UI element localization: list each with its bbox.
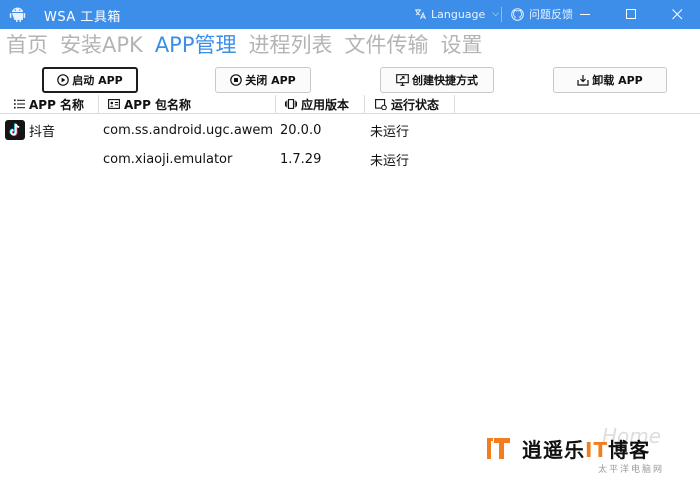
tab-settings[interactable]: 设置: [441, 31, 483, 61]
column-header-label: 运行状态: [391, 97, 440, 112]
uninstall-app-label: 卸载 APP: [592, 74, 643, 87]
android-icon: [9, 7, 26, 22]
github-icon: [511, 7, 524, 21]
column-divider: [98, 95, 99, 113]
column-header-status[interactable]: 运行状态: [375, 95, 439, 113]
tiktok-icon: [5, 120, 25, 140]
watermark: Home 逍遥乐IT博客 太平洋电脑网: [484, 424, 698, 476]
app-status: 未运行: [370, 153, 410, 169]
stop-app-label: 关闭 APP: [245, 74, 296, 87]
column-header-label: 应用版本: [301, 97, 350, 112]
column-header-app-name[interactable]: APP 名称: [14, 95, 84, 113]
column-header-label: APP 包名称: [124, 97, 192, 112]
watermark-text-post: 博客: [608, 438, 651, 462]
app-icon-cell: [5, 116, 25, 144]
watermark-text-highlight: IT: [585, 438, 609, 462]
watermark-text-pre: 逍遥乐: [522, 438, 585, 462]
uninstall-app-button[interactable]: 卸载 APP: [553, 67, 667, 93]
uninstall-icon: [577, 75, 589, 86]
stop-circle-icon: [230, 74, 243, 86]
translate-icon: [415, 9, 426, 20]
close-button[interactable]: [654, 0, 700, 29]
status-icon: [375, 98, 387, 110]
minimize-icon: [579, 14, 590, 15]
tab-file-transfer[interactable]: 文件传输: [345, 31, 429, 61]
title-bar: WSA 工具箱 Language ⌵ 问题反馈: [0, 0, 700, 29]
column-divider: [275, 95, 276, 113]
table-header: APP 名称 APP 包名称 应用版本 运行状态: [0, 95, 700, 114]
language-label: Language: [431, 7, 486, 21]
column-divider: [454, 95, 455, 113]
version-icon: [285, 99, 297, 109]
id-card-icon: [108, 99, 120, 109]
app-name: 抖音: [29, 124, 56, 140]
language-selector[interactable]: Language ⌵: [414, 5, 499, 23]
stop-app-button[interactable]: 关闭 APP: [215, 67, 311, 93]
watermark-title: 逍遥乐IT博客: [522, 434, 650, 463]
column-divider: [364, 95, 365, 113]
tab-home[interactable]: 首页: [6, 31, 48, 61]
maximize-icon: [625, 9, 636, 19]
window-title: WSA 工具箱: [44, 10, 121, 25]
tab-install-apk[interactable]: 安装APK: [60, 31, 143, 61]
app-package: com.ss.android.ugc.aweme: [103, 122, 273, 138]
maximize-button[interactable]: [608, 0, 654, 29]
blog-logo-icon: [487, 438, 510, 459]
minimize-button[interactable]: [562, 0, 608, 29]
chevron-down-icon: ⌵: [492, 9, 500, 19]
app-version: 20.0.0: [280, 122, 322, 138]
list-icon: [14, 99, 25, 109]
app-status: 未运行: [370, 124, 410, 140]
column-header-label: APP 名称: [29, 97, 85, 112]
title-divider: [501, 7, 502, 22]
start-app-button[interactable]: 启动 APP: [42, 67, 138, 93]
create-shortcut-button[interactable]: 创建快捷方式: [380, 67, 494, 93]
table-row[interactable]: 抖音 com.ss.android.ugc.aweme 20.0.0 未运行: [0, 116, 700, 144]
play-circle-icon: [57, 74, 70, 86]
main-nav: 首页 安装APK APP管理 进程列表 文件传输 设置: [6, 31, 495, 61]
column-header-package[interactable]: APP 包名称: [108, 95, 191, 113]
watermark-tagline: 太平洋电脑网: [598, 465, 665, 475]
column-header-version[interactable]: 应用版本: [285, 95, 349, 113]
create-shortcut-label: 创建快捷方式: [412, 74, 478, 87]
app-package: com.xiaoji.emulator: [103, 151, 233, 167]
tab-process-list[interactable]: 进程列表: [249, 31, 333, 61]
tab-app-management[interactable]: APP管理: [155, 31, 237, 61]
app-version: 1.7.29: [280, 151, 322, 167]
start-app-label: 启动 APP: [72, 74, 123, 87]
monitor-shortcut-icon: [396, 74, 409, 86]
table-row[interactable]: com.xiaoji.emulator 1.7.29 未运行: [0, 145, 700, 173]
close-icon: [671, 9, 682, 20]
